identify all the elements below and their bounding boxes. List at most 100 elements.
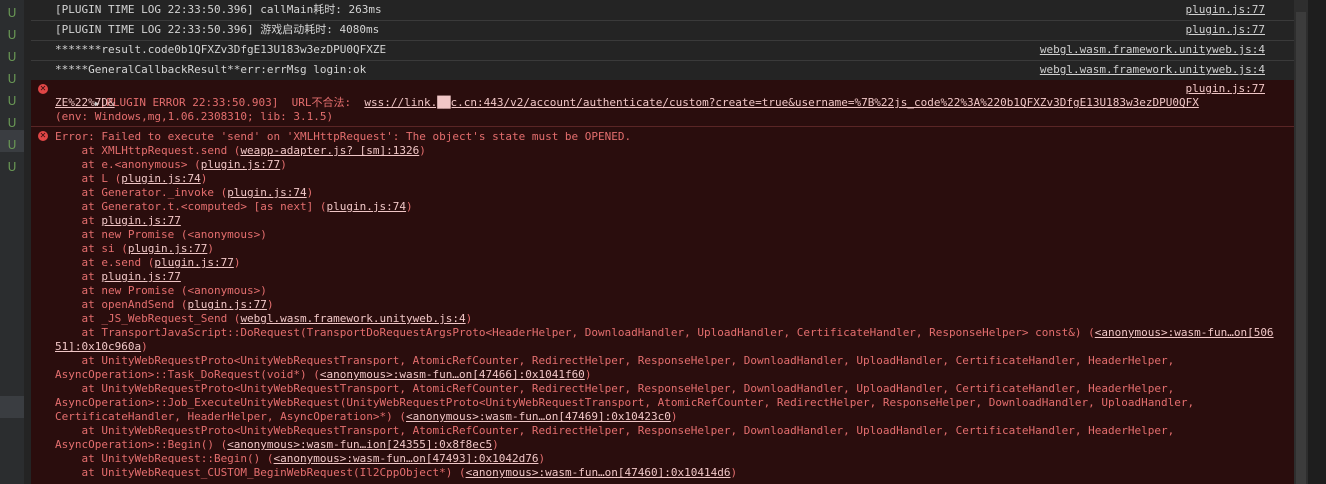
stack-frame-text: at Generator.t.<computed> [as next] ( <box>55 200 327 213</box>
stack-frame-text: at <box>55 270 102 283</box>
untracked-marker: U <box>7 138 17 152</box>
stack-frame-text: CertificateHandler, HeaderHelper, AsyncO… <box>55 410 406 423</box>
stack-frame-link[interactable]: plugin.js:74 <box>227 186 306 199</box>
stack-frame-link[interactable]: <anonymous>:wasm-fun…on[47466]:0x1041f60 <box>320 368 585 381</box>
stack-frame-suffix: ) <box>200 172 208 185</box>
stack-frame-text: at <box>55 214 102 227</box>
gutter-highlight <box>0 396 24 418</box>
log-message: [PLUGIN TIME LOG 22:33:50.396] 游戏启动耗时: 4… <box>55 23 380 36</box>
stack-frame: AsyncOperation>::Job_ExecuteUnityWebRequ… <box>55 396 1194 410</box>
stack-frame-link[interactable]: plugin.js:77 <box>154 256 233 269</box>
stack-frame: at UnityWebRequestProto<UnityWebRequestT… <box>55 424 1174 438</box>
error-prefix: [PLUGIN ERROR 22:33:50.903] URL不合法: <box>99 96 365 109</box>
stack-frame-link[interactable]: weapp-adapter.js? [sm]:1326 <box>240 144 419 157</box>
stack-frame: at _JS_WebRequest_Send (webgl.wasm.frame… <box>55 312 472 326</box>
stack-frame-text: AsyncOperation>::Begin() ( <box>55 438 228 451</box>
stack-frame-link[interactable]: 51]:0x10c960a <box>55 340 141 353</box>
stack-frame: AsyncOperation>::Task_DoRequest(void*) (… <box>55 368 591 382</box>
stack-frame: at UnityWebRequest::Begin() (<anonymous>… <box>55 452 545 466</box>
xhr-error-entry[interactable]: ✕ Error: Failed to execute 'send' on 'XM… <box>31 127 1294 484</box>
panel-edge <box>1308 0 1326 484</box>
stack-frame: at new Promise (<anonymous>) <box>55 228 267 242</box>
editor-gutter: UUUUUUUU <box>0 0 24 484</box>
stack-frame-suffix: ) <box>670 410 678 423</box>
stack-frame: 51]:0x10c960a) <box>55 340 148 354</box>
log-source-link[interactable]: webgl.wasm.framework.unityweb.js:4 <box>1040 60 1265 79</box>
stack-frame-link[interactable]: <anonymous>:wasm-fun…on[506 <box>1095 326 1274 339</box>
stack-frame-link[interactable]: plugin.js:77 <box>128 242 207 255</box>
stack-frame-text: at XMLHttpRequest.send ( <box>55 144 241 157</box>
console-log-row[interactable]: *******result.code0b1QFXZv3DfgE13U183w3e… <box>31 40 1294 61</box>
stack-frame-suffix: ) <box>141 340 148 353</box>
untracked-marker: U <box>7 6 17 20</box>
stack-frame-text: at UnityWebRequestProto<UnityWebRequestT… <box>55 382 1175 395</box>
stack-frame: AsyncOperation>::Begin() (<anonymous>:wa… <box>55 438 499 452</box>
stack-frame-text: at _JS_WebRequest_Send ( <box>55 312 241 325</box>
log-source-link[interactable]: plugin.js:77 <box>1186 0 1265 19</box>
error-source-link[interactable]: plugin.js:77 <box>1186 82 1265 96</box>
stack-frame-text: at UnityWebRequestProto<UnityWebRequestT… <box>55 354 1175 367</box>
error-url-continuation[interactable]: ZE%22%7D& <box>55 96 115 110</box>
stack-frame: at TransportJavaScript::DoRequest(Transp… <box>55 326 1274 340</box>
log-message: *****GeneralCallbackResult**err:errMsg l… <box>55 63 367 76</box>
log-source-link[interactable]: webgl.wasm.framework.unityweb.js:4 <box>1040 40 1265 59</box>
stack-frame-suffix: ) <box>306 186 314 199</box>
devtools-console: [PLUGIN TIME LOG 22:33:50.396] callMain耗… <box>31 0 1294 484</box>
stack-frame-suffix: ) <box>584 368 592 381</box>
stack-frame-link[interactable]: <anonymous>:wasm-fun…on[47469]:0x10423c0 <box>406 410 671 423</box>
stack-frame: at openAndSend (plugin.js:77) <box>55 298 273 312</box>
stack-frame-text: at UnityWebRequest_CUSTOM_BeginWebReques… <box>55 466 466 479</box>
untracked-marker: U <box>7 160 17 174</box>
stack-frame-text: AsyncOperation>::Job_ExecuteUnityWebRequ… <box>55 396 1195 409</box>
error-env-info: (env: Windows,mg,1.06.2308310; lib: 3.1.… <box>55 110 334 123</box>
untracked-marker: U <box>7 28 17 42</box>
stack-frame-text: at Generator._invoke ( <box>55 186 228 199</box>
stack-frame-suffix: ) <box>492 438 499 451</box>
stack-frame-link[interactable]: plugin.js:77 <box>101 214 180 227</box>
log-message: [PLUGIN TIME LOG 22:33:50.396] callMain耗… <box>55 3 382 16</box>
stack-frame-link[interactable]: <anonymous>:wasm-fun…on[47460]:0x10414d6 <box>466 466 731 479</box>
error-url-link[interactable]: wss://link.██c.cn:443/v2/account/authent… <box>364 96 1198 109</box>
stack-frame-text: at new Promise (<anonymous>) <box>55 284 267 297</box>
console-log-row[interactable]: [PLUGIN TIME LOG 22:33:50.396] callMain耗… <box>31 0 1294 21</box>
console-log-row[interactable]: *****GeneralCallbackResult**err:errMsg l… <box>31 60 1294 81</box>
untracked-marker: U <box>7 72 17 86</box>
stack-frame-link[interactable]: <anonymous>:wasm-fun…on[47493]:0x1042d76 <box>274 452 539 465</box>
stack-frame-text: at L ( <box>55 172 122 185</box>
stack-frame-link[interactable]: plugin.js:74 <box>327 200 406 213</box>
stack-frame: at Generator._invoke (plugin.js:74) <box>55 186 313 200</box>
stack-frame-link[interactable]: plugin.js:77 <box>201 158 280 171</box>
stack-frame-text: at e.send ( <box>55 256 155 269</box>
stack-frame-link[interactable]: plugin.js:77 <box>101 270 180 283</box>
stack-frame-suffix: ) <box>538 452 546 465</box>
error-message: Error: Failed to execute 'send' on 'XMLH… <box>55 130 632 143</box>
stack-frame-text: at new Promise (<anonymous>) <box>55 228 267 241</box>
stack-frame: at e.send (plugin.js:77) <box>55 256 240 270</box>
untracked-marker: U <box>7 50 17 64</box>
plugin-error-entry[interactable]: ✕ ▶[PLUGIN ERROR 22:33:50.903] URL不合法: w… <box>31 80 1294 127</box>
untracked-marker: U <box>7 94 17 108</box>
stack-frame-link[interactable]: webgl.wasm.framework.unityweb.js:4 <box>240 312 465 325</box>
stack-frame-suffix: ) <box>419 144 426 157</box>
stack-frame-link[interactable]: plugin.js:74 <box>121 172 200 185</box>
stack-frame-suffix: ) <box>280 158 287 171</box>
stack-frame-text: at e.<anonymous> ( <box>55 158 201 171</box>
stack-frame: at plugin.js:77 <box>55 270 180 284</box>
stack-frame: at plugin.js:77 <box>55 214 180 228</box>
stack-frame-suffix: ) <box>730 466 738 479</box>
stack-frame: at UnityWebRequestProto<UnityWebRequestT… <box>55 354 1174 368</box>
stack-frame: at UnityWebRequest_CUSTOM_BeginWebReques… <box>55 466 737 480</box>
console-log-row[interactable]: [PLUGIN TIME LOG 22:33:50.396] 游戏启动耗时: 4… <box>31 20 1294 41</box>
stack-frame-link[interactable]: plugin.js:77 <box>187 298 266 311</box>
stack-frame-text: at UnityWebRequest::Begin() ( <box>55 452 274 465</box>
stack-frame-text: AsyncOperation>::Task_DoRequest(void*) ( <box>55 368 320 381</box>
stack-frame-suffix: ) <box>233 256 241 269</box>
stack-frame: at UnityWebRequestProto<UnityWebRequestT… <box>55 382 1174 396</box>
stack-frame-suffix: ) <box>207 242 214 255</box>
stack-frame: at new Promise (<anonymous>) <box>55 284 267 298</box>
stack-frame-link[interactable]: <anonymous>:wasm-fun…ion[24355]:0x8f8ec5 <box>227 438 492 451</box>
log-source-link[interactable]: plugin.js:77 <box>1186 20 1265 39</box>
scrollbar-thumb[interactable] <box>1296 12 1306 484</box>
stack-frame: at si (plugin.js:77) <box>55 242 214 256</box>
error-circle-icon: ✕ <box>38 84 48 94</box>
